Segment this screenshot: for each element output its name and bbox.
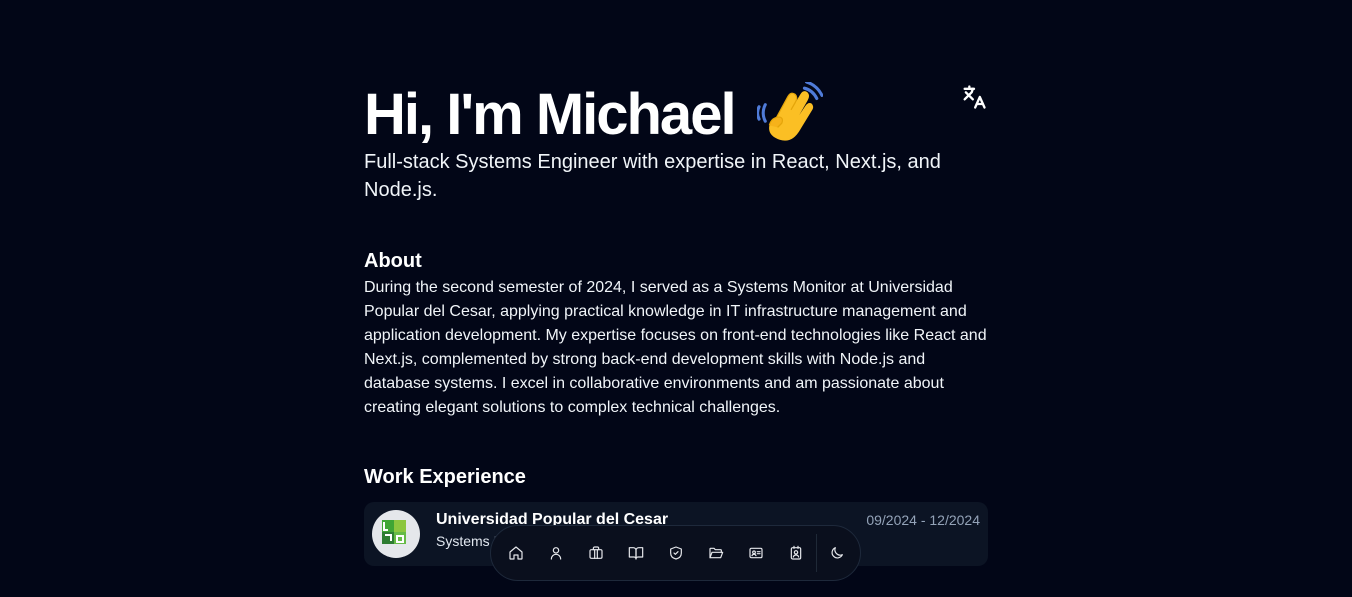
main-content: Hi, I'm Michael Full-stack Systems Engin… bbox=[364, 80, 988, 566]
hero-title: Hi, I'm Michael bbox=[364, 80, 988, 150]
dock-home-button[interactable] bbox=[496, 533, 536, 573]
about-paragraph: During the second semester of 2024, I se… bbox=[364, 279, 987, 416]
shield-check-icon bbox=[670, 546, 682, 560]
book-open-icon bbox=[628, 547, 644, 560]
bottom-dock bbox=[490, 525, 861, 581]
dock-id-button[interactable] bbox=[736, 533, 776, 573]
dock-about-button[interactable] bbox=[536, 533, 576, 573]
briefcase-icon bbox=[589, 546, 603, 559]
contact-badge-icon bbox=[790, 545, 802, 560]
home-icon bbox=[509, 546, 523, 560]
moon-icon bbox=[831, 547, 843, 559]
id-card-icon bbox=[749, 547, 763, 559]
dock-theme-toggle-button[interactable] bbox=[817, 533, 857, 573]
dock-contact-button[interactable] bbox=[776, 533, 816, 573]
dock-certifications-button[interactable] bbox=[656, 533, 696, 573]
greeting-text: Hi, I'm Michael bbox=[364, 82, 737, 147]
folder-open-icon bbox=[709, 547, 724, 559]
portfolio-page: Hi, I'm Michael Full-stack Systems Engin… bbox=[0, 0, 1352, 597]
about-heading: About bbox=[364, 250, 422, 272]
dock-work-button[interactable] bbox=[576, 533, 616, 573]
waving-hand-icon bbox=[756, 82, 823, 141]
company-logo bbox=[372, 510, 420, 558]
hero-subtitle: Full-stack Systems Engineer with experti… bbox=[364, 151, 941, 201]
user-icon bbox=[550, 547, 562, 560]
work-dates: 09/2024 - 12/2024 bbox=[866, 512, 980, 528]
work-experience-heading: Work Experience bbox=[364, 466, 526, 488]
dock-projects-button[interactable] bbox=[696, 533, 736, 573]
dock-education-button[interactable] bbox=[616, 533, 656, 573]
